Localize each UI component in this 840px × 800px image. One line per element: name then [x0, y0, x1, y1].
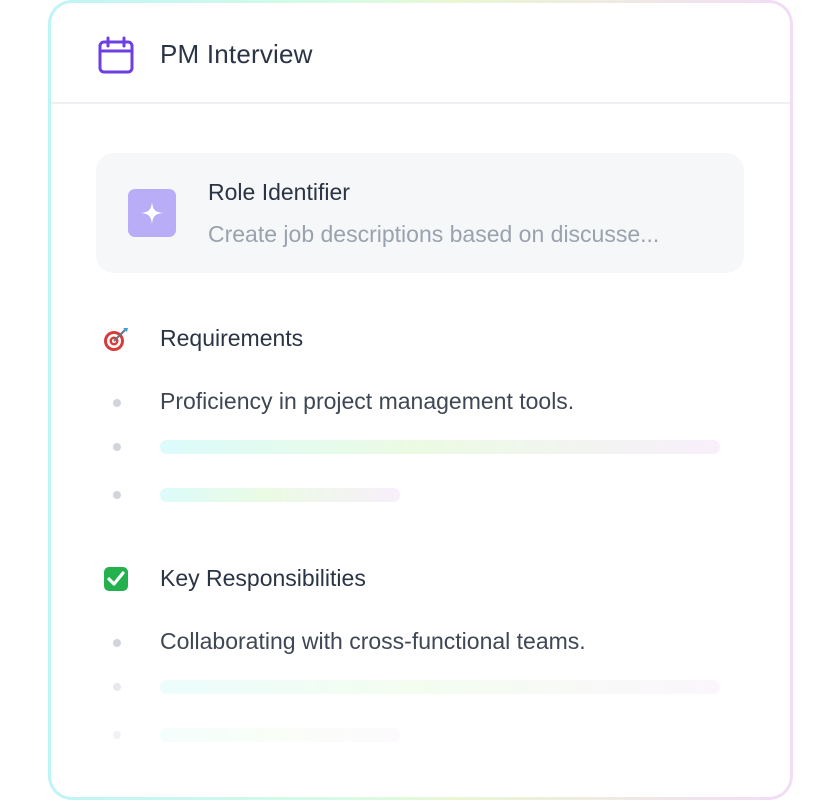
check-mark-icon	[104, 567, 128, 591]
page-title: PM Interview	[160, 39, 313, 69]
role-identifier-card[interactable]: Role Identifier Create job descriptions …	[96, 153, 744, 273]
bullet	[113, 731, 121, 739]
target-icon	[104, 328, 128, 351]
role-name: Role Identifier	[208, 179, 350, 205]
bullet	[113, 639, 121, 647]
card-header: PM Interview	[51, 3, 790, 104]
loading-placeholder-bar	[160, 680, 720, 694]
bullet	[113, 443, 121, 451]
bullet	[113, 683, 121, 691]
bullet	[113, 491, 121, 499]
responsibilities-title: Key Responsibilities	[160, 565, 366, 591]
sparkle-icon	[128, 189, 176, 237]
loading-placeholder-bar	[160, 728, 400, 742]
bullet	[113, 399, 121, 407]
responsibility-item: Collaborating with cross-functional team…	[160, 628, 586, 654]
card-border: PM Interview Role Identifier Create job …	[48, 0, 793, 800]
requirements-title: Requirements	[160, 325, 304, 351]
calendar-icon	[98, 36, 134, 74]
interview-card: PM Interview Role Identifier Create job …	[51, 3, 790, 797]
loading-placeholder-bar	[160, 440, 720, 454]
loading-placeholder-bar	[160, 488, 400, 502]
role-description: Create job descriptions based on discuss…	[208, 221, 660, 247]
requirement-item: Proficiency in project management tools.	[160, 388, 575, 414]
